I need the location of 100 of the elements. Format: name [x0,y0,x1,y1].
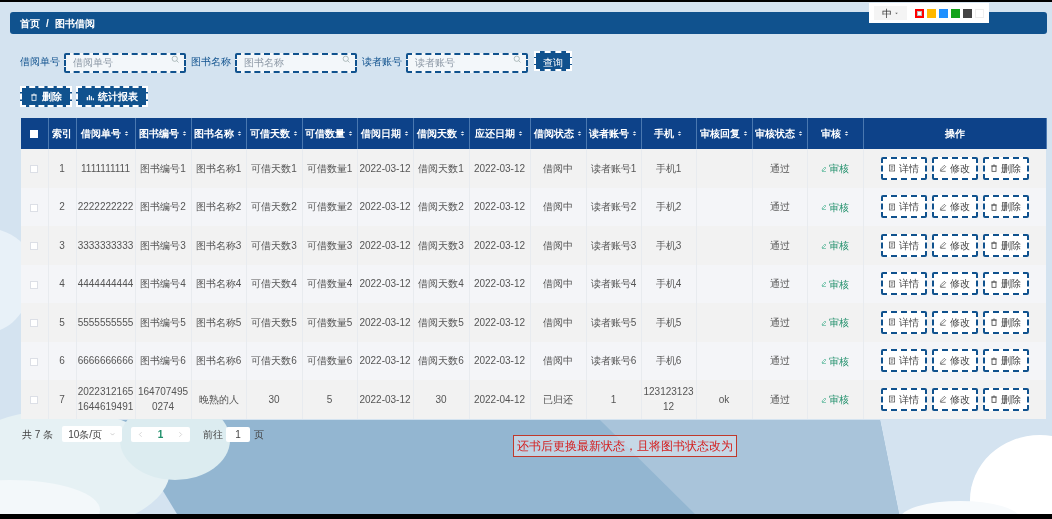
color-swatch[interactable] [939,8,948,18]
table-cell: 6 [59,355,65,367]
edit-button[interactable]: 修改 [931,233,978,257]
delete-button[interactable]: 删除 [982,310,1029,334]
bar-chart-icon [86,92,94,101]
review-link[interactable]: 审核 [821,276,849,292]
color-swatch[interactable] [963,8,972,18]
row-checkbox[interactable] [30,242,39,251]
review-link[interactable]: 审核 [821,353,849,369]
sort-icon [402,130,410,137]
table-cell: 2022-03-12 [359,316,411,328]
table-cell: 借阅天数2 [418,201,464,213]
edit-button[interactable]: 修改 [931,310,978,334]
column-header[interactable]: 应还日期 [475,126,524,141]
column-header[interactable]: 审核回复 [699,126,749,141]
review-link[interactable]: 审核 [821,238,849,253]
pencil-icon [939,318,948,327]
review-link[interactable]: 审核 [821,161,849,176]
table-cell: 2022-03-12 [473,278,526,290]
table-cell: 借阅中 [543,239,573,251]
search-field[interactable]: 借阅单号 [64,52,186,73]
detail-button[interactable]: 详情 [880,387,927,411]
search-field[interactable]: 读者账号 [406,52,528,73]
detail-button[interactable]: 详情 [880,272,927,296]
review-link[interactable]: 审核 [821,392,849,407]
table-cell: 借阅天数4 [418,278,464,290]
detail-button[interactable]: 详情 [880,310,927,334]
detail-button[interactable]: 详情 [880,156,927,180]
color-swatch[interactable] [915,8,924,18]
chevron-left-icon [137,430,145,438]
table-cell: 可借数量2 [306,201,353,213]
detail-button[interactable]: 详情 [880,195,927,219]
row-checkbox[interactable] [30,357,39,366]
table-cell: 读者账号2 [590,201,637,213]
column-header[interactable]: 借阅天数 [416,126,466,141]
table-cell: 可借天数5 [251,316,297,328]
table-cell: 借阅中 [543,278,573,290]
column-header[interactable]: 借阅单号 [81,126,130,141]
query-button[interactable]: 查询 [534,51,572,71]
detail-button[interactable]: 详情 [880,349,927,373]
edit-button[interactable]: 修改 [931,195,978,219]
table-cell: 5555555555 [77,316,134,328]
edit-button[interactable]: 修改 [931,272,978,296]
edit-button[interactable]: 修改 [931,349,978,373]
row-checkbox[interactable] [30,319,39,328]
table-cell: 12312312312 [643,386,694,413]
row-checkbox[interactable] [30,396,39,405]
delete-button[interactable]: 删除 [982,156,1029,180]
column-header[interactable]: 可借数量 [305,126,354,141]
page-size-dropdown[interactable]: 10条/页 [62,426,123,442]
review-link[interactable]: 审核 [821,199,849,215]
color-swatch[interactable] [927,8,936,18]
column-header[interactable]: 审核 [820,126,850,141]
column-header[interactable]: 借阅状态 [533,126,583,141]
delete-button[interactable]: 删除 [982,349,1029,373]
chevron-right-icon [177,430,185,438]
review-link[interactable]: 审核 [821,315,849,330]
delete-button[interactable]: 删除 [982,195,1029,219]
column-header[interactable]: 读者账号 [589,126,638,141]
document-icon [888,356,897,365]
size-dropdown[interactable]: 中 [874,6,907,20]
column-header[interactable]: 审核状态 [755,126,804,141]
breadcrumb-link[interactable]: 图书借阅 [54,15,95,31]
search-field[interactable]: 图书名称 [235,52,357,73]
pencil-icon [821,204,827,210]
delete-button[interactable]: 删除 [982,272,1029,296]
delete-button[interactable]: 删除 [982,387,1029,411]
color-swatch[interactable] [951,8,960,18]
edit-button[interactable]: 修改 [931,387,978,411]
report-button[interactable]: 统计报表 [76,86,148,107]
column-header[interactable]: 操作 [944,126,965,141]
column-header[interactable]: 借阅日期 [360,126,410,141]
sort-icon [347,130,354,137]
detail-button[interactable]: 详情 [880,233,927,257]
row-checkbox[interactable] [30,165,39,174]
delete-button[interactable]: 删除 [982,233,1029,257]
page-number[interactable]: 1 [157,426,164,442]
page-suffix: 页 [254,427,265,442]
edit-button[interactable]: 修改 [931,156,978,180]
table-cell: 图书名称4 [195,278,242,290]
column-header[interactable]: 图书编号 [138,126,188,141]
pencil-icon [939,279,948,288]
column-header[interactable]: 手机 [654,126,683,141]
document-icon [888,318,897,327]
sort-icon [180,130,188,137]
table-cell: 可借数量1 [306,162,353,174]
delete-button[interactable]: 删除 [20,86,72,107]
row-checkbox[interactable] [30,203,39,212]
table-cell: 读者账号6 [590,355,637,367]
breadcrumb-link[interactable]: 首页 [20,15,40,31]
row-checkbox[interactable] [30,280,39,289]
column-header[interactable]: 图书名称 [194,126,243,141]
table-cell: 图书编号3 [140,239,186,251]
sort-icon [741,130,749,137]
trash-icon [990,164,999,173]
table-cell: 图书编号2 [140,201,186,213]
column-header[interactable]: 索引 [52,126,72,141]
column-header[interactable]: 可借天数 [249,126,299,141]
select-all-checkbox[interactable] [30,130,39,139]
trash-icon [990,202,999,211]
